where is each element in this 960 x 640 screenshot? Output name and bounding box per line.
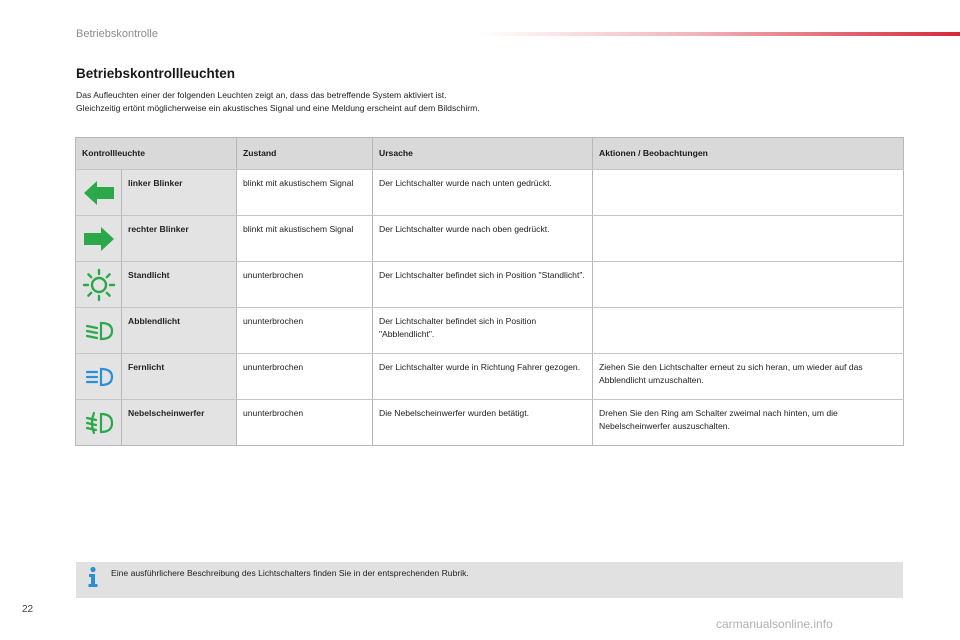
table-row: linker Blinker blinkt mit akustischem Si…: [75, 169, 904, 216]
sidelight-icon: [82, 268, 115, 301]
row-cause: Der Lichtschalter wurde in Richtung Fahr…: [372, 353, 593, 400]
dipped-beam-icon: [85, 321, 113, 340]
row-state: ununterbrochen: [236, 307, 373, 354]
row-cause: Der Lichtschalter wurde nach unten gedrü…: [372, 169, 593, 216]
page-title: Betriebskontrollleuchten: [76, 66, 236, 81]
front-fog-lamp-icon: [85, 411, 113, 434]
row-icon-cell: [75, 215, 122, 262]
column-header-state: Zustand: [236, 137, 373, 170]
intro-line-1: Das Aufleuchten einer der folgenden Leuc…: [76, 90, 447, 100]
table-row: Nebelscheinwerfer ununterbrochen Die Neb…: [75, 399, 904, 446]
column-header-warning-light: Kontrollleuchte: [75, 137, 237, 170]
intro-line-2: Gleichzeitig ertönt möglicherweise ein a…: [76, 103, 480, 113]
row-icon-cell: [75, 307, 122, 354]
row-cause: Der Lichtschalter befindet sich in Posit…: [372, 261, 593, 308]
column-header-actions: Aktionen / Beobachtungen: [592, 137, 904, 170]
row-state: blinkt mit akustischem Signal: [236, 169, 373, 216]
row-cause: Der Lichtschalter wurde nach oben gedrüc…: [372, 215, 593, 262]
row-icon-cell: [75, 261, 122, 308]
table-row: Abblendlicht ununterbrochen Der Lichtsch…: [75, 307, 904, 354]
row-name: Fernlicht: [121, 353, 237, 400]
row-action: Drehen Sie den Ring am Schalter zweimal …: [599, 408, 838, 431]
row-cause: Der Lichtschalter befindet sich in Posit…: [372, 307, 593, 354]
row-name: linker Blinker: [121, 169, 237, 216]
row-icon-cell: [75, 399, 122, 446]
header-accent-line: [480, 32, 960, 36]
table-header-row: Kontrollleuchte Zustand Ursache Aktionen…: [75, 137, 904, 170]
row-action: [592, 215, 904, 262]
row-state: ununterbrochen: [236, 261, 373, 308]
row-state: blinkt mit akustischem Signal: [236, 215, 373, 262]
row-name: Standlicht: [121, 261, 237, 308]
row-name: Nebelscheinwerfer: [121, 399, 237, 446]
row-icon-cell: [75, 353, 122, 400]
column-header-cause: Ursache: [372, 137, 593, 170]
info-text: Eine ausführlichere Beschreibung des Lic…: [111, 568, 469, 578]
row-cause: Die Nebelscheinwerfer wurden betätigt.: [372, 399, 593, 446]
info-note: Eine ausführlichere Beschreibung des Lic…: [76, 562, 903, 598]
row-icon-cell: [75, 169, 122, 216]
row-state: ununterbrochen: [236, 399, 373, 446]
row-name: Abblendlicht: [121, 307, 237, 354]
row-state: ununterbrochen: [236, 353, 373, 400]
row-action: [592, 307, 904, 354]
table-row: Standlicht ununterbrochen Der Lichtschal…: [75, 261, 904, 308]
info-icon: [88, 566, 98, 587]
warning-lights-table: Kontrollleuchte Zustand Ursache Aktionen…: [75, 137, 904, 446]
table-row: rechter Blinker blinkt mit akustischem S…: [75, 215, 904, 262]
row-action: Ziehen Sie den Lichtschalter erneut zu s…: [592, 353, 904, 400]
row-name: rechter Blinker: [121, 215, 237, 262]
main-beam-icon: [85, 367, 113, 386]
table-row: Fernlicht ununterbrochen Der Lichtschalt…: [75, 353, 904, 400]
page-number: 22: [22, 604, 34, 615]
watermark: carmanualsonline.info: [716, 617, 833, 631]
right-turn-arrow-icon: [83, 226, 114, 251]
row-action: [592, 261, 904, 308]
intro-text: Das Aufleuchten einer der folgenden Leuc…: [76, 89, 896, 115]
left-turn-arrow-icon: [83, 180, 114, 205]
page-section-header: Betriebskontrolle: [76, 28, 158, 40]
row-action: [592, 169, 904, 216]
